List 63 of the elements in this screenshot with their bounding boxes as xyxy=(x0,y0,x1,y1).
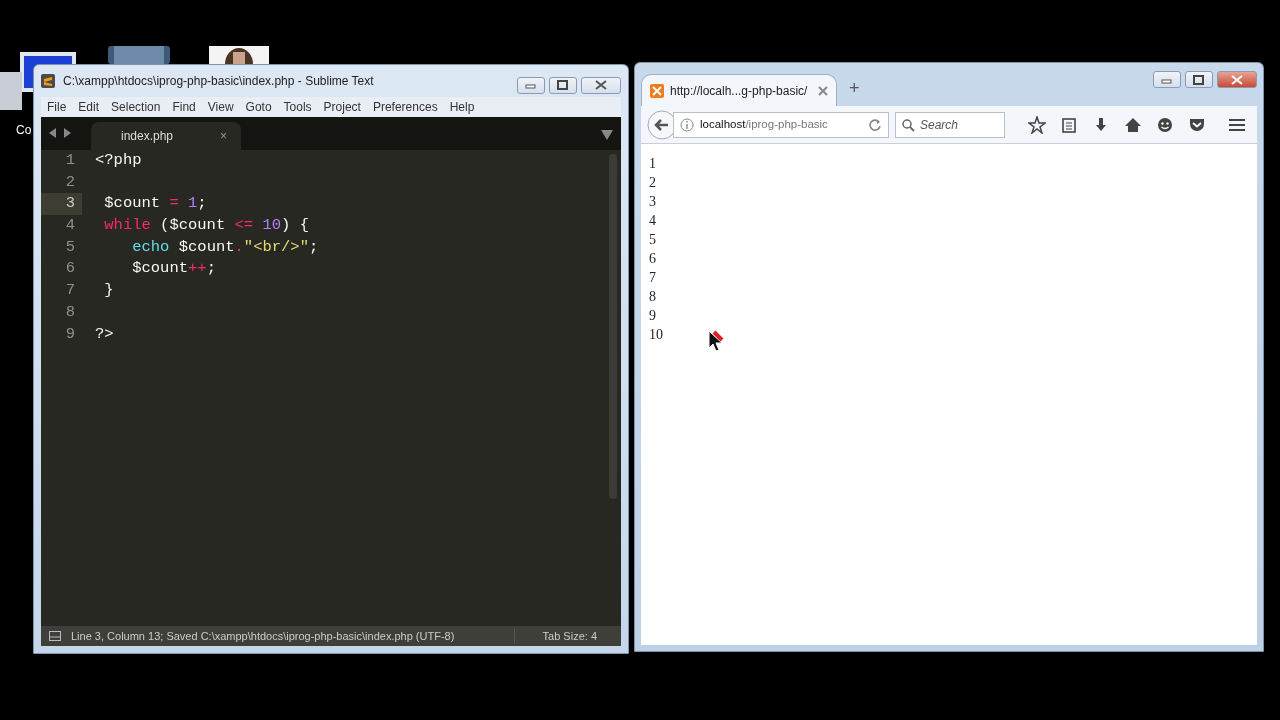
code-line: $count = 1; xyxy=(103,193,208,215)
reading-list-icon[interactable] xyxy=(1060,115,1078,134)
address-bar[interactable]: localhost/iprog-php-basic xyxy=(673,111,889,138)
output-line: 7 xyxy=(649,269,656,287)
browser-tab[interactable]: http://localh...g-php-basic/ xyxy=(641,74,837,106)
code-line: while ($count <= 10) { xyxy=(103,215,310,237)
code-line: echo $count."<br/>"; xyxy=(131,236,320,258)
panel-icon[interactable] xyxy=(49,631,61,641)
mouse-cursor-icon xyxy=(708,330,724,352)
code-line: <?php xyxy=(95,150,143,171)
line-number: 5 xyxy=(64,236,76,258)
line-number: 7 xyxy=(64,280,76,302)
menu-item[interactable]: Goto xyxy=(239,98,278,116)
search-field[interactable]: Search xyxy=(895,111,1005,138)
output-line: 1 xyxy=(649,155,656,173)
output-line: 8 xyxy=(649,288,656,306)
output-line: 6 xyxy=(649,250,656,268)
tab-size-indicator[interactable]: Tab Size: 4 xyxy=(513,627,621,645)
line-number: 8 xyxy=(64,301,76,323)
output-line: 3 xyxy=(649,193,656,211)
line-number: 6 xyxy=(64,258,76,280)
xampp-favicon-icon xyxy=(650,83,664,98)
line-number: 1 xyxy=(64,150,76,171)
dropdown-icon[interactable] xyxy=(601,130,613,140)
line-number: 9 xyxy=(64,323,76,345)
menu-item[interactable]: Find xyxy=(166,98,202,116)
menu-item[interactable]: Tools xyxy=(277,98,318,116)
code-line: } xyxy=(103,280,115,302)
maximize-button[interactable] xyxy=(1185,71,1213,88)
file-tab[interactable]: index.php × xyxy=(91,122,241,150)
output-line: 10 xyxy=(649,326,663,344)
window-title: C:\xampp\htdocs\iprog-php-basic\index.php - Sublime Text xyxy=(63,73,374,90)
line-number: 3 xyxy=(41,193,82,216)
sublime-logo-icon xyxy=(41,74,55,88)
reload-icon[interactable] xyxy=(868,117,882,132)
bookmark-star-icon[interactable] xyxy=(1028,115,1046,134)
info-icon[interactable] xyxy=(680,117,694,132)
menu-item[interactable]: File xyxy=(41,98,73,116)
menu-item[interactable]: Preferences xyxy=(366,98,444,116)
code-line: $count++; xyxy=(131,258,217,280)
output-line: 9 xyxy=(649,307,656,325)
menu-item[interactable]: Edit xyxy=(72,98,106,116)
menu-item[interactable]: Selection xyxy=(105,98,167,116)
close-button[interactable] xyxy=(1217,71,1257,88)
menu-item[interactable]: Project xyxy=(317,98,367,116)
output-line: 2 xyxy=(649,174,656,192)
close-icon[interactable] xyxy=(818,85,828,96)
code-line: ?> xyxy=(95,323,115,345)
status-message: Line 3, Column 13; Saved C:\xampp\htdocs\iprog-php-basic\index.php (UTF-8) xyxy=(71,628,455,644)
line-number: 4 xyxy=(64,215,76,237)
home-icon[interactable] xyxy=(1124,115,1142,134)
smiley-icon[interactable] xyxy=(1156,115,1174,134)
output-line: 5 xyxy=(649,231,656,249)
new-tab-button[interactable]: + xyxy=(849,75,860,102)
line-number: 2 xyxy=(64,171,76,193)
icon-label[interactable]: Co xyxy=(16,121,32,139)
menu-item[interactable]: Help xyxy=(443,98,481,116)
tab-close-icon[interactable]: × xyxy=(220,127,227,145)
menu-item[interactable]: View xyxy=(201,98,240,116)
tab-navigation-icon[interactable] xyxy=(49,127,71,139)
close-button[interactable] xyxy=(581,76,621,94)
output-line: 4 xyxy=(649,212,656,230)
maximize-button[interactable] xyxy=(549,76,577,94)
